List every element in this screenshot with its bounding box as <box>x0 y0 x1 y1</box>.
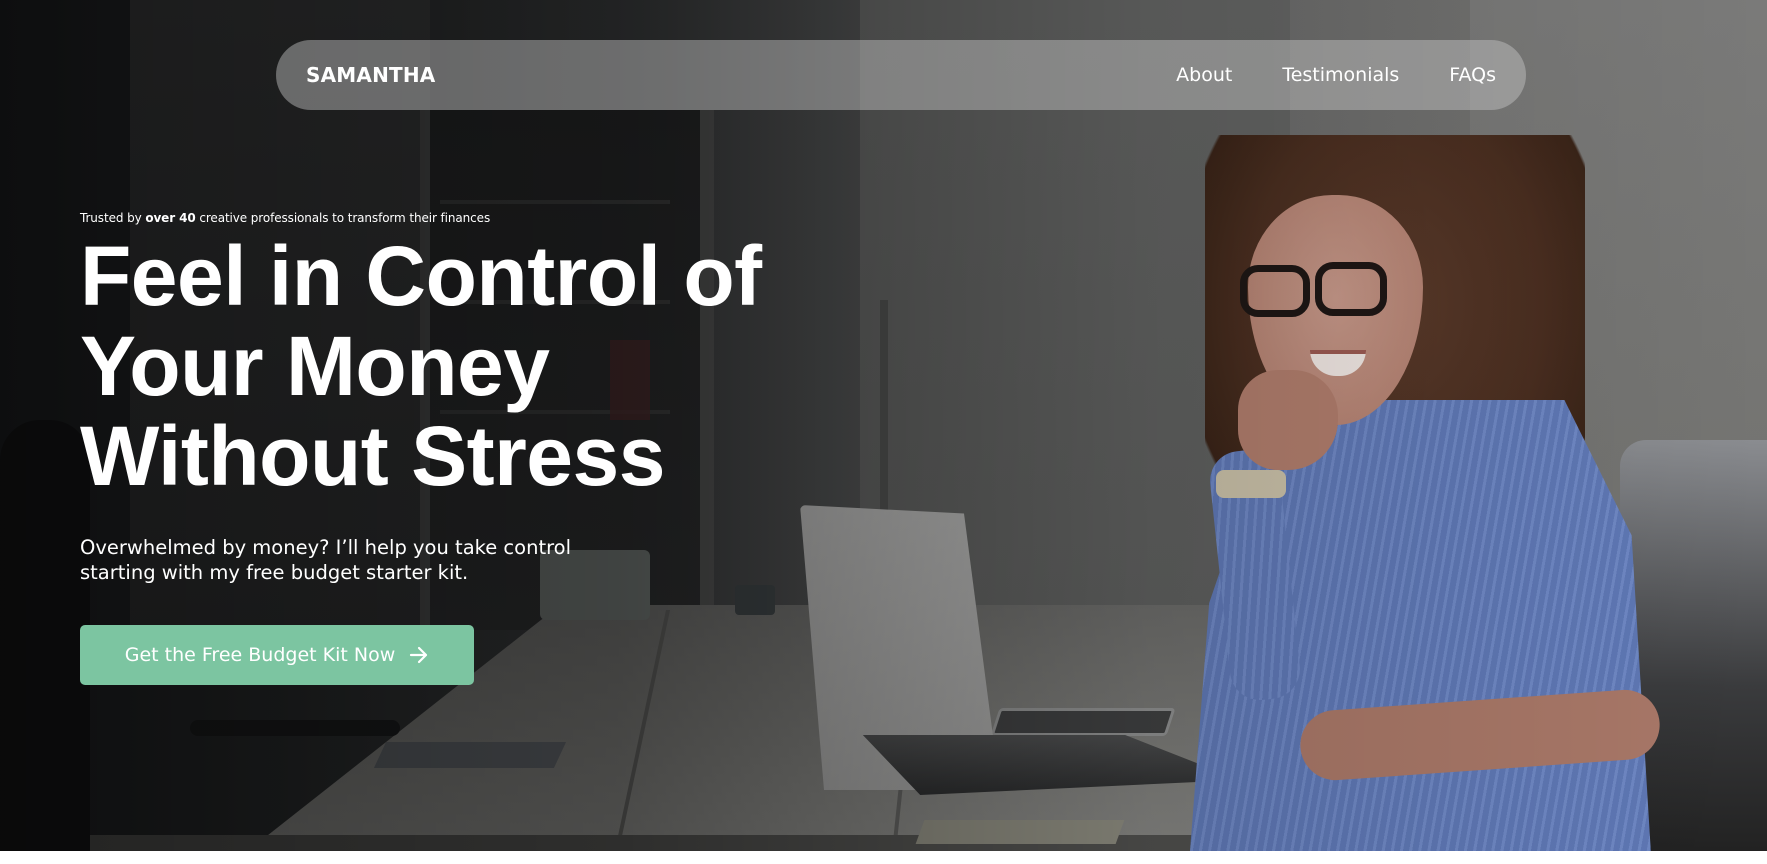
hero-content: Trusted by over 40 creative professional… <box>80 200 840 685</box>
nav-links: About Testimonials FAQs <box>1176 64 1496 86</box>
hero-subtitle: Overwhelmed by money? I’ll help you take… <box>80 535 600 585</box>
nav-link-about[interactable]: About <box>1176 64 1232 86</box>
trusted-suffix: creative professionals to transform thei… <box>195 211 491 225</box>
trusted-prefix: Trusted by <box>80 211 146 225</box>
hero-headline: Feel in Control of Your Money Without St… <box>80 231 840 501</box>
nav-link-testimonials[interactable]: Testimonials <box>1282 64 1399 86</box>
subtitle-line: Overwhelmed by money? I’ll help you take… <box>80 536 572 559</box>
brand-logo[interactable]: SAMANTHA <box>306 63 435 87</box>
landing-page: SAMANTHA About Testimonials FAQs Trusted… <box>0 0 1767 864</box>
top-navbar: SAMANTHA About Testimonials FAQs <box>276 40 1526 110</box>
trusted-count: over 40 <box>145 211 196 225</box>
get-budget-kit-button[interactable]: Get the Free Budget Kit Now <box>80 625 474 685</box>
headline-line: Without Stress <box>80 409 665 503</box>
nav-link-faqs[interactable]: FAQs <box>1449 64 1496 86</box>
arrow-right-icon <box>409 646 429 664</box>
cta-label: Get the Free Budget Kit Now <box>124 644 396 666</box>
trusted-by-text: Trusted by over 40 creative professional… <box>80 211 840 225</box>
headline-line: Your Money <box>80 319 550 413</box>
headline-line: Feel in Control of <box>80 229 762 323</box>
subtitle-line: starting with my free budget starter kit… <box>80 561 469 584</box>
